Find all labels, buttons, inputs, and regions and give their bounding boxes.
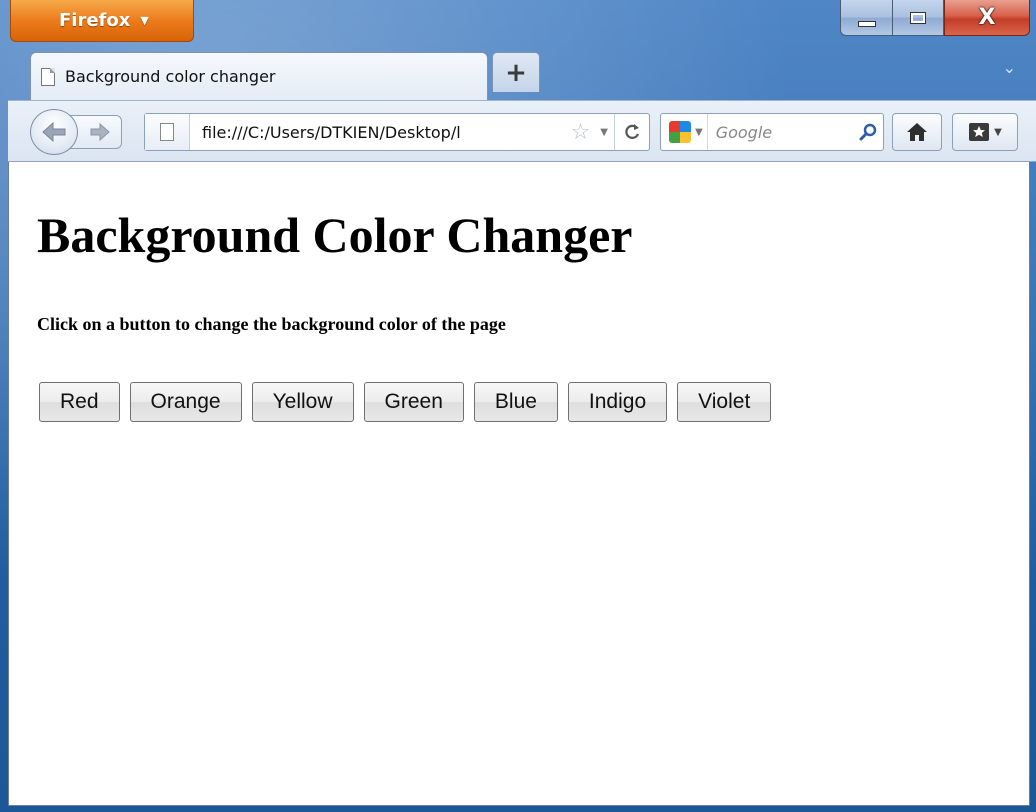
- page-icon: [41, 67, 55, 86]
- tab-list-icon: ⌄: [1002, 58, 1016, 77]
- yellow-button[interactable]: Yellow: [251, 382, 354, 422]
- plus-icon: +: [505, 57, 527, 88]
- navigation-toolbar: file:///C:/Users/DTKIEN/Desktop/l ☆ ▼ ▼ …: [8, 100, 1036, 162]
- home-button[interactable]: [892, 113, 942, 151]
- chevron-down-icon: ▼: [140, 14, 149, 27]
- search-engine-button[interactable]: ▼: [661, 114, 708, 150]
- window-caption-buttons: X: [840, 0, 1030, 38]
- page-icon: [160, 123, 174, 141]
- site-identity-button[interactable]: [145, 114, 190, 150]
- home-icon: [907, 123, 927, 141]
- bookmarks-icon: [969, 123, 990, 141]
- url-bar[interactable]: file:///C:/Users/DTKIEN/Desktop/l ☆ ▼: [144, 113, 650, 151]
- bookmarks-button[interactable]: ▼: [952, 113, 1018, 151]
- search-button[interactable]: [853, 114, 883, 150]
- minimize-icon: [857, 20, 876, 27]
- maximize-button[interactable]: [892, 0, 944, 36]
- back-forward-group: [30, 109, 122, 155]
- close-icon: X: [978, 4, 996, 30]
- indigo-button[interactable]: Indigo: [567, 382, 668, 422]
- color-button-row: Red Orange Yellow Green Blue Indigo Viol…: [39, 382, 772, 422]
- minimize-button[interactable]: [840, 0, 892, 36]
- green-button[interactable]: Green: [363, 382, 464, 422]
- orange-button[interactable]: Orange: [129, 382, 242, 422]
- page-instruction: Click on a button to change the backgrou…: [37, 314, 506, 334]
- reload-button[interactable]: [614, 114, 649, 150]
- star-icon[interactable]: ☆: [567, 120, 595, 145]
- back-button[interactable]: [30, 109, 78, 155]
- red-button[interactable]: Red: [39, 382, 120, 422]
- page-content: Background Color Changer Click on a butt…: [8, 162, 1030, 806]
- maximize-icon: [910, 11, 926, 24]
- chevron-down-icon: ▼: [994, 126, 1002, 138]
- forward-arrow-icon: [90, 123, 110, 141]
- search-icon: [859, 123, 877, 141]
- back-arrow-icon: [42, 121, 66, 143]
- violet-button[interactable]: Violet: [677, 382, 772, 422]
- url-input[interactable]: file:///C:/Users/DTKIEN/Desktop/l: [190, 123, 567, 142]
- google-icon: [669, 121, 691, 143]
- search-bar[interactable]: ▼ Google: [660, 113, 884, 151]
- new-tab-button[interactable]: +: [492, 52, 540, 92]
- reload-icon: [625, 124, 640, 139]
- url-history-dropdown-icon[interactable]: ▼: [594, 127, 614, 138]
- blue-button[interactable]: Blue: [473, 382, 558, 422]
- close-button[interactable]: X: [944, 0, 1030, 36]
- search-input[interactable]: Google: [708, 123, 853, 142]
- tab-list-button[interactable]: ⌄: [1003, 58, 1016, 77]
- chevron-down-icon: ▼: [695, 126, 703, 138]
- tab-title: Background color changer: [65, 67, 276, 86]
- firefox-menu-label: Firefox: [59, 10, 131, 31]
- firefox-menu-button[interactable]: Firefox ▼: [10, 0, 194, 42]
- page-title: Background Color Changer: [37, 207, 633, 263]
- tab-background-color-changer[interactable]: Background color changer: [30, 52, 488, 100]
- browser-window: Firefox ▼ X Background color changer + ⌄: [0, 0, 1036, 812]
